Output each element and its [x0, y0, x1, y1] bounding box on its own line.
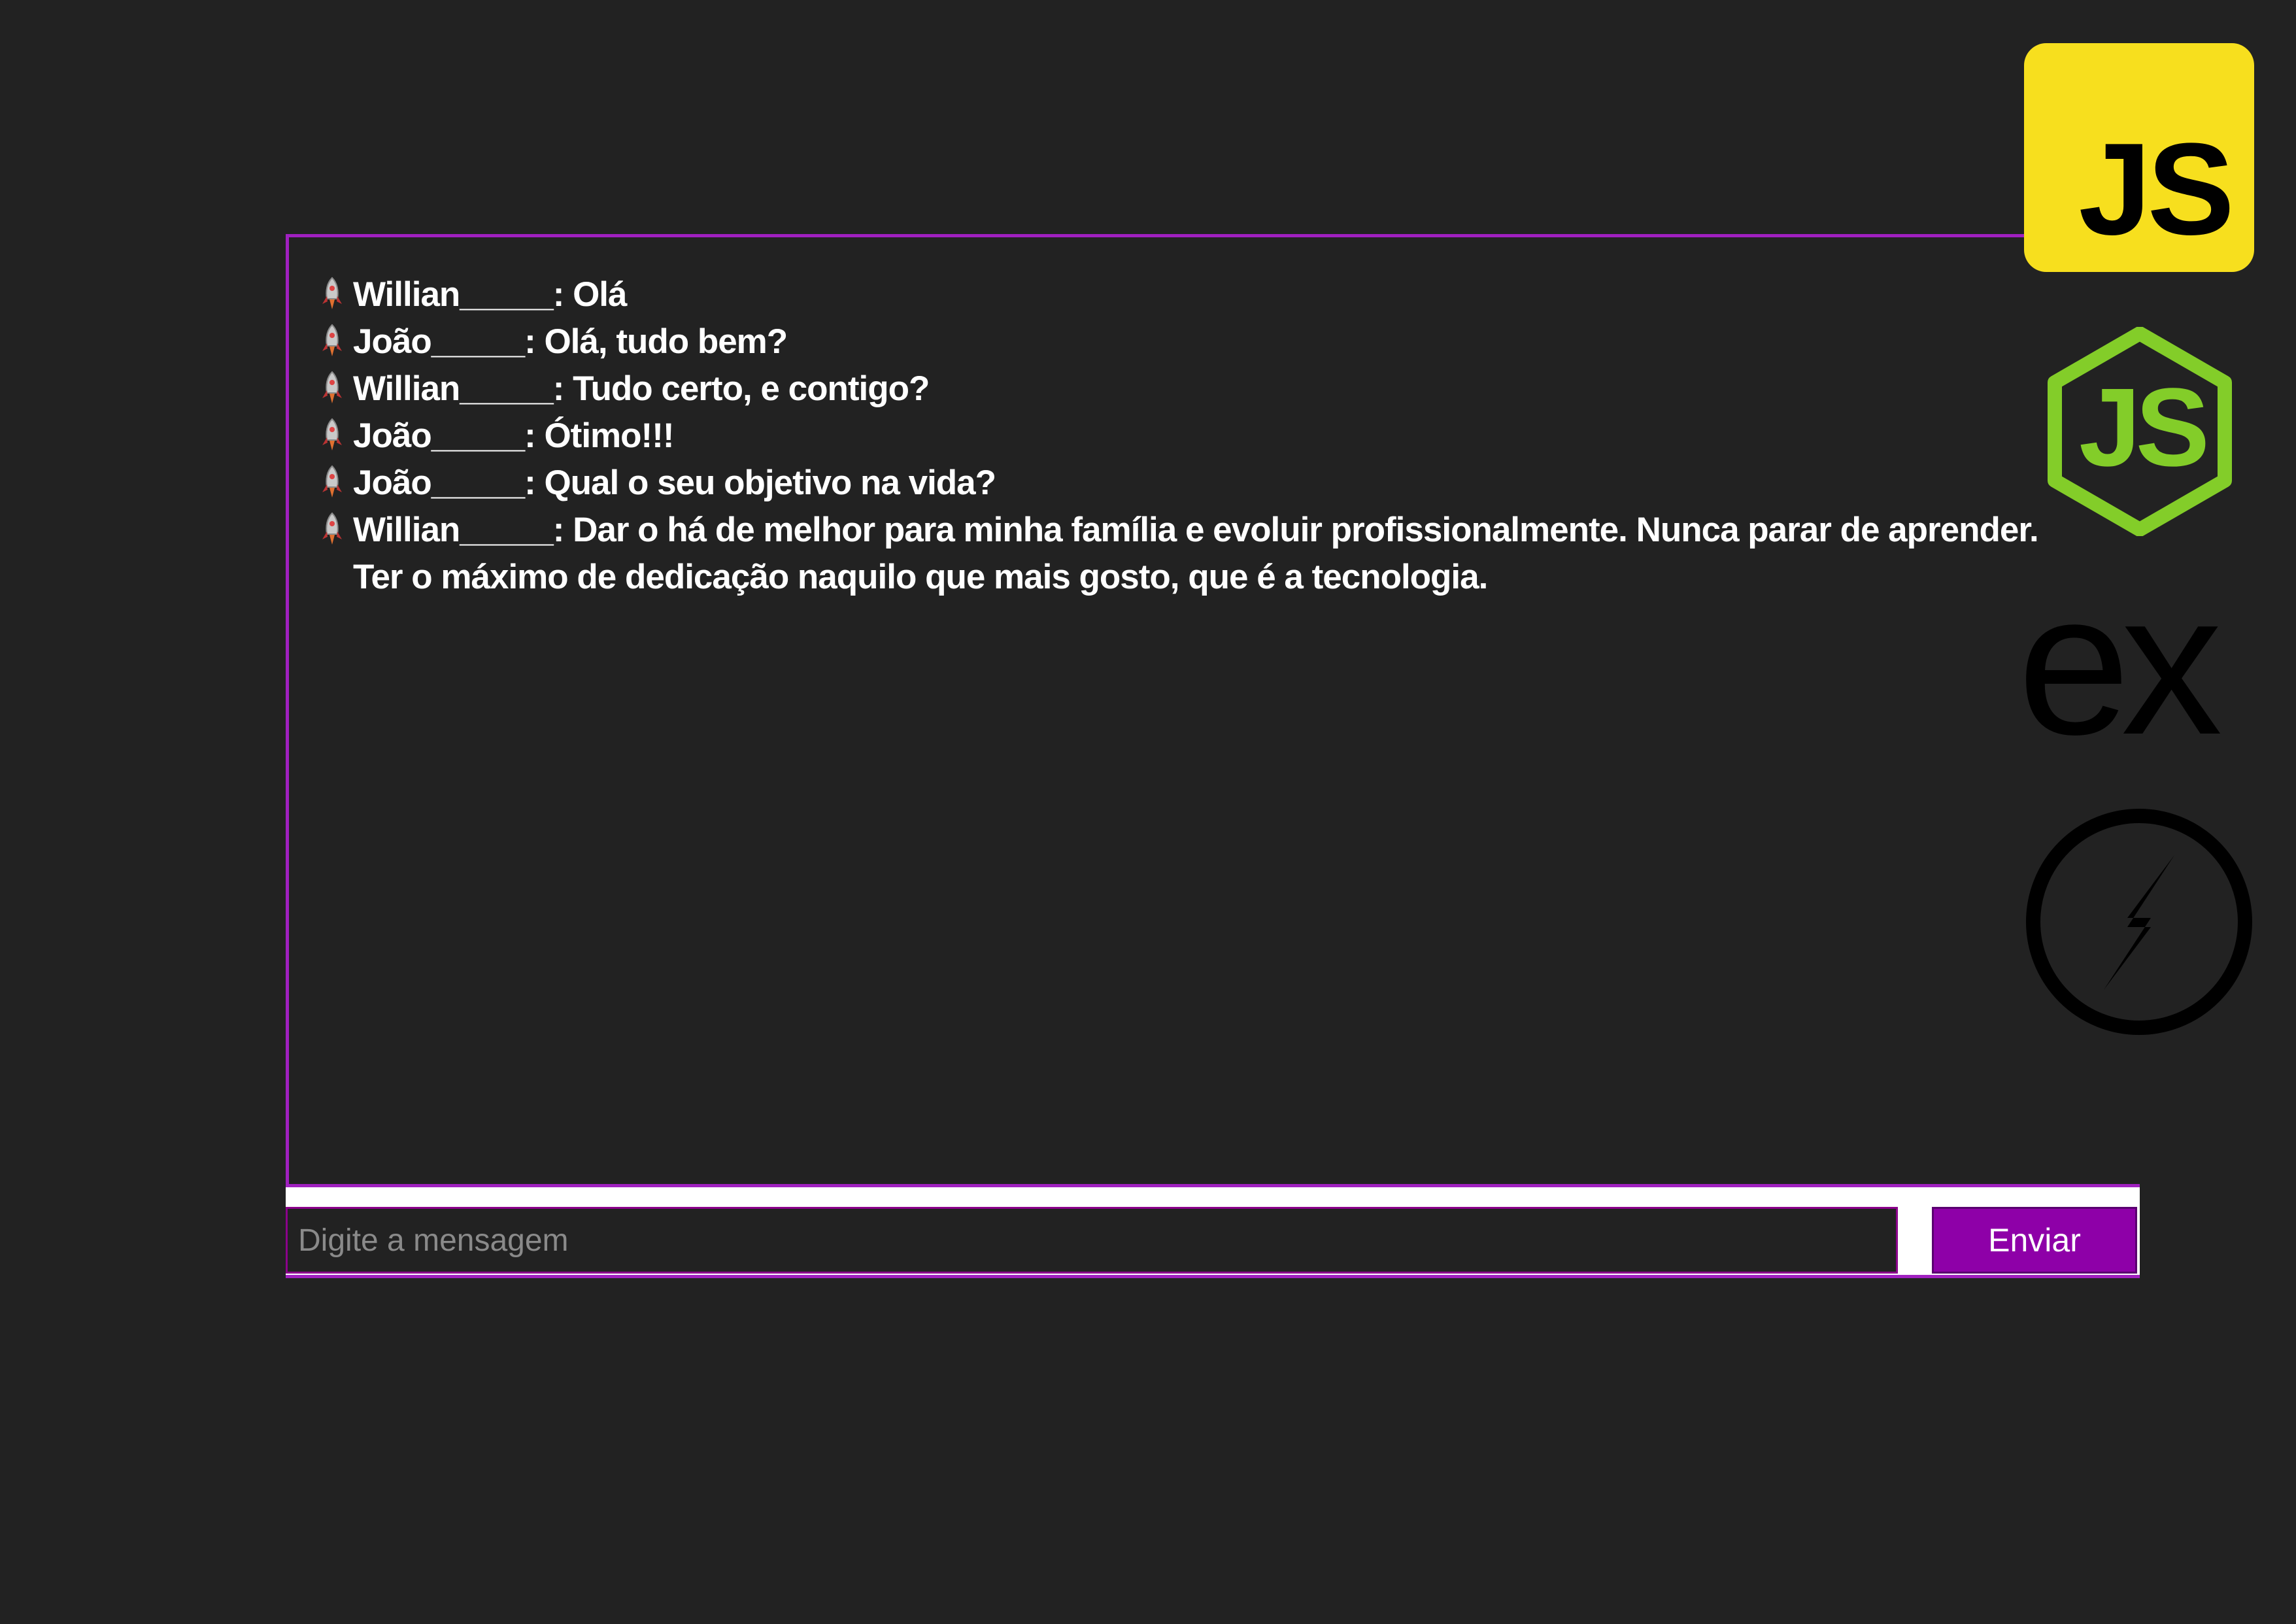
message-item: Willian_____: Olá [320, 271, 2046, 318]
message-item: João_____: Qual o seu objetivo na vida? [320, 460, 2046, 507]
socketio-logo [2023, 805, 2255, 1038]
message-list: Willian_____: Olá João_____: Olá, tudo b… [320, 271, 2046, 601]
message-item: Willian_____: Tudo certo, e contigo? [320, 365, 2046, 413]
javascript-logo-text: JS [2078, 116, 2235, 262]
message-text: João_____: Ótimo!!! [353, 416, 675, 455]
rocket-icon [320, 277, 344, 311]
message-item: João_____: Olá, tudo bem? [320, 318, 2046, 365]
composer-bar: Enviar [286, 1184, 2140, 1278]
nodejs-logo-text: JS [2079, 365, 2206, 490]
message-input[interactable] [286, 1207, 1898, 1274]
express-logo: ex [2017, 550, 2222, 777]
rocket-icon [320, 465, 344, 499]
message-text: Willian_____: Tudo certo, e contigo? [353, 369, 930, 408]
message-text: Willian_____: Olá [353, 275, 627, 314]
message-text: João_____: Olá, tudo bem? [353, 322, 788, 361]
rocket-icon [320, 371, 344, 405]
rocket-icon [320, 324, 344, 358]
message-item: João_____: Ótimo!!! [320, 413, 2046, 460]
chat-page: Willian_____: Olá João_____: Olá, tudo b… [0, 0, 2296, 1624]
rocket-icon [320, 512, 344, 546]
javascript-logo: JS [2024, 43, 2254, 272]
message-text: João_____: Qual o seu objetivo na vida? [353, 464, 996, 502]
message-text: Willian_____: Dar o há de melhor para mi… [353, 511, 2039, 596]
rocket-icon [320, 418, 344, 452]
message-item: Willian_____: Dar o há de melhor para mi… [320, 507, 2046, 601]
messages-panel: Willian_____: Olá João_____: Olá, tudo b… [286, 234, 2140, 1185]
send-button[interactable]: Enviar [1932, 1207, 2137, 1274]
nodejs-logo: JS [2045, 326, 2235, 537]
